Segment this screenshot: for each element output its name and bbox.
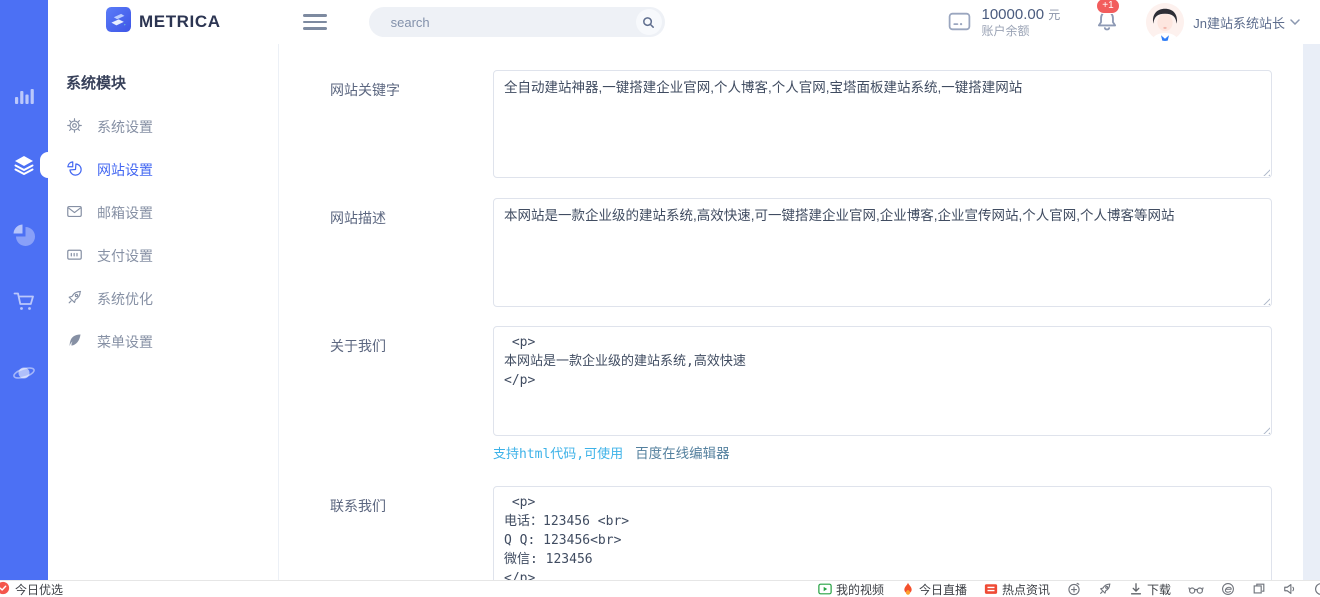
bell-icon (1094, 20, 1120, 37)
avatar[interactable] (1146, 3, 1184, 41)
about-us-textarea[interactable]: <p> 本网站是一款企业级的建站系统,高效快速 </p> (493, 326, 1272, 436)
taskbar-item-label: 今日优选 (15, 581, 63, 597)
taskbar-compat-mode[interactable] (1221, 582, 1235, 596)
clock-icon (1314, 582, 1320, 596)
pie-chart-icon[interactable] (12, 223, 36, 247)
website-settings-form: 网站关键字 全自动建站神器,一键搭建企业官网,个人博客,个人官网,宝塔面板建站系… (279, 44, 1320, 580)
html-hint: 支持html代码,可使用百度在线编辑器 (493, 442, 1272, 462)
sidebar-item-label: 网站设置 (97, 160, 153, 180)
taskbar-download[interactable]: 下载 (1129, 581, 1171, 597)
field-label: 关于我们 (279, 326, 493, 462)
speaker-icon (1283, 582, 1297, 596)
taskbar-my-videos[interactable]: 我的视频 (818, 581, 884, 597)
taskbar-right: 我的视频 今日直播 热点资讯 下载 (818, 581, 1320, 597)
sidebar-menu: 系统模块 系统设置 网站设置 邮箱设置 支付设置 系统优化 菜单设置 (48, 44, 279, 580)
browser-e-icon (1221, 582, 1235, 596)
search-bar (369, 7, 665, 37)
form-row-description: 网站描述 本网站是一款企业级的建站系统,高效快速,可一键搭建企业官网,企业博客,… (279, 198, 1320, 307)
form-row-about: 关于我们 <p> 本网站是一款企业级的建站系统,高效快速 </p> 支持html… (279, 326, 1320, 462)
planet-icon[interactable] (12, 361, 36, 385)
brand-name: METRICA (139, 12, 221, 32)
glasses-icon (1188, 584, 1204, 595)
taskbar-hot-news[interactable]: 热点资讯 (984, 581, 1050, 597)
taskbar-today-picks[interactable]: 今日优选 (0, 581, 63, 597)
rocket-icon (1098, 582, 1112, 596)
wallet-icon (947, 6, 972, 39)
envelope-icon (66, 203, 83, 223)
rocket-icon (66, 289, 83, 309)
gear-icon (66, 117, 83, 137)
sidebar-item-label: 菜单设置 (97, 332, 153, 352)
shopping-cart-icon[interactable] (12, 289, 36, 313)
username[interactable]: Jn建站系统站长 (1193, 13, 1285, 32)
sidebar-item-menu-settings[interactable]: 菜单设置 (48, 320, 278, 363)
field-label: 联系我们 (279, 486, 493, 580)
keywords-textarea[interactable]: 全自动建站神器,一键搭建企业官网,个人博客,个人官网,宝塔面板建站系统,一键搭建… (493, 70, 1272, 178)
taskbar-item-label: 我的视频 (836, 581, 884, 597)
sidebar-item-label: 系统设置 (97, 117, 153, 137)
active-item-notch (40, 152, 48, 178)
sidebar-title: 系统模块 (66, 72, 278, 93)
balance-label: 账户余额 (982, 24, 1061, 39)
sidebar-item-label: 邮箱设置 (97, 203, 153, 223)
layers-icon[interactable] (12, 153, 36, 177)
taskbar-item-label: 热点资讯 (1002, 581, 1050, 597)
description-textarea[interactable]: 本网站是一款企业级的建站系统,高效快速,可一键搭建企业官网,企业博客,企业宣传网… (493, 198, 1272, 307)
taskbar-accelerator[interactable] (1067, 582, 1081, 596)
brand-logo[interactable]: METRICA (106, 7, 221, 37)
icon-rail (0, 0, 48, 580)
form-row-keywords: 网站关键字 全自动建站神器,一键搭建企业官网,个人博客,个人官网,宝塔面板建站系… (279, 70, 1320, 178)
logo-icon (106, 7, 131, 37)
balance-amount: 10000.00 (982, 6, 1045, 23)
sidebar-item-label: 系统优化 (97, 289, 153, 309)
flame-icon (901, 582, 915, 596)
account-balance[interactable]: 10000.00 元 账户余额 (947, 6, 1061, 39)
credit-card-icon (66, 246, 83, 266)
browser-taskbar: 今日优选 我的视频 今日直播 热点资讯 (0, 580, 1320, 597)
video-play-icon (818, 582, 832, 596)
news-icon (984, 582, 998, 596)
notification-badge: +1 (1096, 0, 1119, 14)
bar-chart-icon[interactable] (12, 83, 36, 107)
taskbar-item-label: 今日直播 (919, 581, 967, 597)
quill-icon (66, 332, 83, 352)
circle-plus-icon (1067, 582, 1081, 596)
chevron-down-icon[interactable] (1290, 19, 1300, 25)
field-label: 网站描述 (279, 198, 493, 307)
sidebar-item-system-optimize[interactable]: 系统优化 (48, 277, 278, 320)
hint-text: 支持html代码,可使用 (493, 447, 623, 462)
baidu-editor-link[interactable]: 百度在线编辑器 (635, 446, 730, 461)
hamburger-menu-icon[interactable] (303, 10, 327, 35)
taskbar-incognito[interactable] (1188, 584, 1204, 595)
page-right-gutter (1303, 44, 1320, 580)
search-icon[interactable] (636, 9, 662, 35)
pie-chart-icon (66, 160, 83, 180)
taskbar-boost[interactable] (1098, 582, 1112, 596)
search-input[interactable] (389, 14, 636, 31)
header-right: 10000.00 元 账户余额 +1 Jn建站系统站长 (947, 3, 1320, 41)
sidebar-item-mail-settings[interactable]: 邮箱设置 (48, 191, 278, 234)
taskbar-volume[interactable] (1283, 582, 1297, 596)
window-restore-icon (1252, 582, 1266, 596)
taskbar-clock[interactable] (1314, 582, 1320, 596)
sidebar-item-payment-settings[interactable]: 支付设置 (48, 234, 278, 277)
header: METRICA 10000.00 元 账户余额 +1 Jn建站系统站长 (48, 0, 1320, 44)
taskbar-item-label: 下载 (1147, 581, 1171, 597)
taskbar-live-today[interactable]: 今日直播 (901, 581, 967, 597)
sidebar-item-website-settings[interactable]: 网站设置 (48, 148, 278, 191)
sidebar-item-system-settings[interactable]: 系统设置 (48, 105, 278, 148)
sidebar-item-label: 支付设置 (97, 246, 153, 266)
taskbar-window-restore[interactable] (1252, 582, 1266, 596)
main-content: 网站关键字 全自动建站神器,一键搭建企业官网,个人博客,个人官网,宝塔面板建站系… (279, 44, 1320, 580)
form-row-contact: 联系我们 <p> 电话：123456 <br> Q Q: 123456<br> … (279, 486, 1320, 580)
contact-us-textarea[interactable]: <p> 电话：123456 <br> Q Q: 123456<br> 微信: 1… (493, 486, 1272, 580)
notifications-bell[interactable]: +1 (1094, 7, 1120, 38)
red-circle-icon (0, 581, 10, 597)
field-label: 网站关键字 (279, 70, 493, 178)
download-arrow-icon (1129, 582, 1143, 596)
balance-currency: 元 (1048, 8, 1060, 22)
